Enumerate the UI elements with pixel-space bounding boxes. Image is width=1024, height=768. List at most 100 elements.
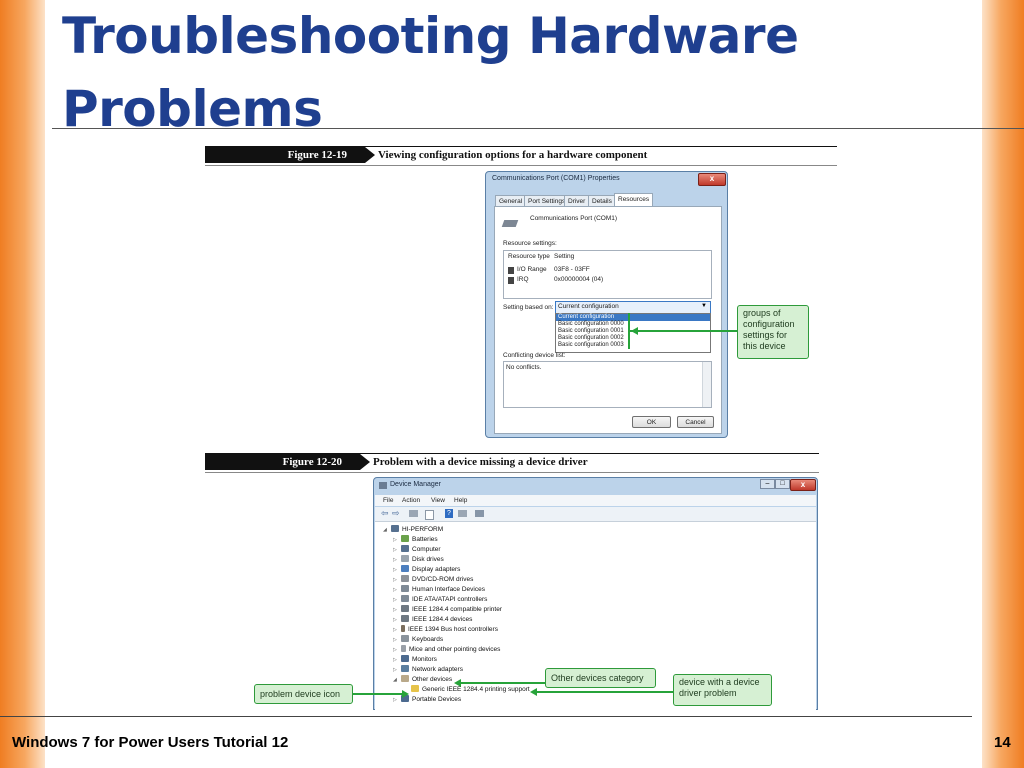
tree-label: Batteries bbox=[412, 536, 438, 543]
tree-item-other-devices[interactable]: ◢ Other devices bbox=[393, 675, 452, 685]
tree-item-problem-device[interactable]: Generic IEEE 1284.4 printing support bbox=[411, 685, 530, 695]
tree-item[interactable]: ▷ IDE ATA/ATAPI controllers bbox=[393, 595, 487, 605]
tree-item[interactable]: ▷ IEEE 1284.4 compatible printer bbox=[393, 605, 502, 615]
expand-icon[interactable]: ▷ bbox=[393, 665, 401, 675]
display-icon bbox=[401, 565, 409, 572]
figure-label: Figure 12-19 bbox=[205, 147, 375, 163]
config-option[interactable]: Basic configuration 0002 bbox=[558, 335, 624, 342]
collapse-icon[interactable]: ◢ bbox=[383, 525, 391, 535]
expand-icon[interactable]: ▷ bbox=[393, 535, 401, 545]
tree-item[interactable]: ▷ Mice and other pointing devices bbox=[393, 645, 500, 655]
toolbar: ⇦ ⇨ ? bbox=[375, 507, 816, 522]
callout-config-groups: groups of configuration settings for thi… bbox=[737, 305, 809, 359]
close-button[interactable]: x bbox=[698, 173, 726, 186]
tab-resources[interactable]: Resources bbox=[614, 193, 654, 206]
tree-item[interactable]: ▷ IEEE 1394 Bus host controllers bbox=[393, 625, 498, 635]
expand-icon[interactable]: ▷ bbox=[393, 635, 401, 645]
warning-icon bbox=[411, 685, 419, 692]
expand-icon[interactable]: ▷ bbox=[393, 655, 401, 665]
tree-label: Keyboards bbox=[412, 636, 444, 643]
properties-icon[interactable] bbox=[409, 510, 418, 517]
tree-label: Other devices bbox=[412, 676, 453, 683]
document-icon[interactable] bbox=[425, 510, 434, 520]
computer-icon bbox=[391, 525, 399, 532]
view-icon[interactable] bbox=[458, 510, 467, 517]
ok-button[interactable]: OK bbox=[632, 416, 671, 428]
close-button[interactable]: x bbox=[790, 479, 816, 491]
expand-icon[interactable]: ▷ bbox=[393, 555, 401, 565]
expand-icon[interactable]: ▷ bbox=[393, 645, 401, 655]
expand-icon[interactable]: ▷ bbox=[393, 595, 401, 605]
tree-label: IDE ATA/ATAPI controllers bbox=[412, 596, 488, 603]
conflicts-box: No conflicts. bbox=[503, 361, 712, 408]
tree-item[interactable]: ▷ Disk drives bbox=[393, 555, 444, 565]
forward-icon[interactable]: ⇨ bbox=[392, 508, 400, 519]
tree-item[interactable]: ▷ Display adapters bbox=[393, 565, 460, 575]
arrow-icon bbox=[402, 690, 409, 698]
row-type: I/O Range bbox=[517, 266, 547, 273]
computer-icon bbox=[401, 545, 409, 552]
other-devices-icon bbox=[401, 675, 409, 682]
tab-details[interactable]: Details bbox=[588, 195, 616, 206]
resource-table: Resource type Setting I/O Range 03F8 - 0… bbox=[503, 250, 712, 299]
tree-root[interactable]: ◢ HI-PERFORM bbox=[383, 525, 443, 535]
tree-item[interactable]: ▷ Computer bbox=[393, 545, 441, 555]
col-resource-type: Resource type bbox=[508, 253, 550, 260]
hid-icon bbox=[401, 585, 409, 592]
help-icon[interactable]: ? bbox=[445, 509, 453, 518]
tree-item[interactable]: ▷ Batteries bbox=[393, 535, 438, 545]
row-setting: 03F8 - 03FF bbox=[554, 266, 590, 273]
app-icon bbox=[379, 482, 387, 489]
callout-line bbox=[536, 691, 673, 693]
tab-driver[interactable]: Driver bbox=[564, 195, 590, 206]
tab-port-settings[interactable]: Port Settings bbox=[524, 195, 570, 206]
expand-icon[interactable]: ▷ bbox=[393, 565, 401, 575]
row-type: IRQ bbox=[517, 276, 529, 283]
maximize-button[interactable]: □ bbox=[775, 479, 790, 489]
config-option[interactable]: Basic configuration 0003 bbox=[558, 342, 624, 349]
expand-icon[interactable]: ▷ bbox=[393, 585, 401, 595]
callout-driver-problem: device with a device driver problem bbox=[673, 674, 772, 706]
chevron-down-icon: ▼ bbox=[701, 303, 707, 309]
menu-help[interactable]: Help bbox=[454, 497, 467, 504]
tree-item[interactable]: ▷ Human Interface Devices bbox=[393, 585, 485, 595]
expand-icon[interactable]: ▷ bbox=[393, 625, 401, 635]
menu-file[interactable]: File bbox=[383, 497, 393, 504]
right-accent-bar bbox=[982, 0, 1024, 768]
expand-icon[interactable]: ▷ bbox=[393, 575, 401, 585]
figure-label: Figure 12-20 bbox=[205, 454, 370, 470]
tab-general[interactable]: General bbox=[495, 195, 527, 206]
tree-item[interactable]: ▷ IEEE 1284.4 devices bbox=[393, 615, 472, 625]
ide-icon bbox=[401, 595, 409, 602]
callout-problem-icon: problem device icon bbox=[254, 684, 353, 704]
menu-view[interactable]: View bbox=[431, 497, 445, 504]
cancel-button[interactable]: Cancel bbox=[677, 416, 714, 428]
title-divider bbox=[52, 128, 1024, 129]
arrow-icon bbox=[631, 327, 638, 335]
figure-caption-2: Figure 12-20 Problem with a device missi… bbox=[205, 453, 819, 473]
network-icon bbox=[401, 665, 409, 672]
minimize-button[interactable]: – bbox=[760, 479, 775, 489]
scrollbar[interactable] bbox=[702, 362, 711, 407]
tree-label: Disk drives bbox=[412, 556, 444, 563]
config-option[interactable]: Current configuration bbox=[556, 314, 710, 321]
expand-icon[interactable]: ▷ bbox=[393, 615, 401, 625]
bus-icon bbox=[401, 625, 405, 632]
tree-item[interactable]: ▷ DVD/CD-ROM drives bbox=[393, 575, 473, 585]
tree-item[interactable]: ▷ Network adapters bbox=[393, 665, 463, 675]
config-option[interactable]: Basic configuration 0000 bbox=[558, 321, 624, 328]
back-icon[interactable]: ⇦ bbox=[381, 508, 389, 519]
config-option[interactable]: Basic configuration 0001 bbox=[558, 328, 624, 335]
collapse-icon[interactable]: ◢ bbox=[393, 675, 401, 685]
tree-item[interactable]: ▷ Keyboards bbox=[393, 635, 443, 645]
footer-divider bbox=[0, 716, 972, 717]
expand-icon[interactable]: ▷ bbox=[393, 605, 401, 615]
expand-icon[interactable]: ▷ bbox=[393, 545, 401, 555]
tree-item[interactable]: ▷ Monitors bbox=[393, 655, 437, 665]
scan-hardware-icon[interactable] bbox=[475, 510, 484, 517]
figure-caption-text: Viewing configuration options for a hard… bbox=[378, 149, 648, 161]
row-setting: 0x00000004 (04) bbox=[554, 276, 604, 283]
expand-icon[interactable]: ▷ bbox=[393, 695, 401, 705]
battery-icon bbox=[401, 535, 409, 542]
menu-action[interactable]: Action bbox=[402, 497, 420, 504]
